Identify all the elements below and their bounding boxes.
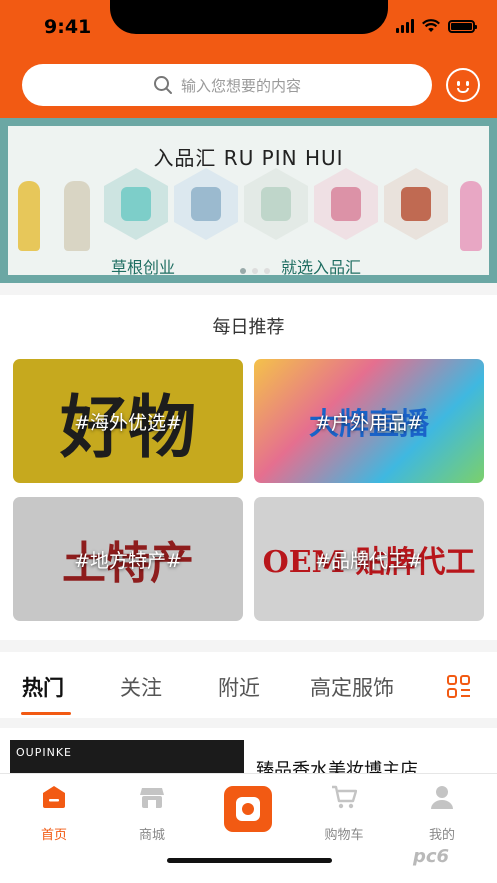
feed-thumbnail: OUPINKE (10, 740, 244, 773)
nav-label: 我的 (428, 828, 455, 843)
nav-cart[interactable]: 购物车 (304, 784, 384, 843)
model-figure-left-2 (64, 181, 90, 251)
home-icon (43, 786, 65, 808)
search-placeholder: 输入您想要的内容 (180, 76, 301, 95)
wifi-icon (422, 19, 440, 32)
feed-brand: OUPINKE (16, 746, 72, 759)
status-time: 9:41 (44, 16, 92, 38)
nav-label: 商城 (138, 828, 165, 843)
model-figure-right (460, 181, 482, 251)
card-tag: #地方特产# (74, 549, 182, 572)
banner-title: 入品汇 RU PIN HUI (153, 146, 344, 170)
category-grid-icon[interactable] (446, 674, 472, 700)
banner-slogan-right: 就选入品汇 (281, 258, 362, 275)
watermark: pc6 (413, 846, 450, 867)
carousel-indicator (240, 268, 270, 274)
promo-banner[interactable]: 入品汇 RU PIN HUI 草根创业 就选入品汇 (0, 118, 497, 283)
card-tag: #海外优选# (74, 411, 182, 434)
home-indicator (167, 858, 332, 863)
tab-following[interactable]: 关注 (120, 672, 162, 702)
cart-icon (332, 785, 358, 809)
model-figure-left (18, 181, 40, 251)
recommend-card-oem[interactable]: OEM 贴牌代工 #品牌代工# (254, 497, 484, 621)
device-notch (110, 0, 388, 34)
battery-icon (448, 20, 477, 33)
recommend-card-overseas[interactable]: 好物 #海外优选# (13, 359, 243, 483)
nav-profile[interactable]: 我的 (402, 784, 482, 843)
section-title: 每日推荐 (212, 317, 285, 338)
tab-nearby[interactable]: 附近 (218, 672, 260, 702)
recommend-card-local[interactable]: 土特产 #地方特产# (13, 497, 243, 621)
store-icon (140, 788, 164, 808)
header: 9:41 输入您想要的内容 (0, 0, 497, 118)
recommend-card-outdoor[interactable]: 大牌直播 #户外用品# (254, 359, 484, 483)
feed-item[interactable]: OUPINKE 臻品香水美妆博主店 (0, 728, 497, 773)
tab-couture[interactable]: 高定服饰 (310, 672, 394, 702)
product-hexagons (104, 168, 448, 240)
banner-image: 入品汇 RU PIN HUI 草根创业 就选入品汇 (8, 126, 489, 275)
nav-home[interactable]: 首页 (14, 784, 94, 843)
signal-icon (396, 19, 414, 33)
search-icon (153, 76, 172, 94)
feed-title: 臻品香水美妆博主店 (256, 760, 418, 773)
category-tabs: 热门 关注 附近 高定服饰 (0, 652, 497, 718)
status-icons (396, 19, 477, 33)
tab-hot[interactable]: 热门 (22, 672, 64, 702)
person-icon (431, 786, 453, 809)
card-tag: #户外用品# (315, 411, 423, 434)
nav-label: 首页 (40, 828, 67, 843)
banner-slogan-left: 草根创业 (111, 258, 176, 275)
message-icon[interactable] (446, 68, 480, 102)
nav-mall[interactable]: 商城 (112, 784, 192, 843)
camera-button[interactable] (224, 786, 272, 832)
search-input[interactable]: 输入您想要的内容 (22, 64, 432, 106)
card-tag: #品牌代工# (315, 549, 423, 572)
nav-label: 购物车 (324, 828, 364, 843)
daily-recommendations: 每日推荐 好物 #海外优选# 大牌直播 #户外用品# 土特产 #地方特产# OE… (0, 295, 497, 640)
active-tab-indicator (21, 712, 71, 715)
